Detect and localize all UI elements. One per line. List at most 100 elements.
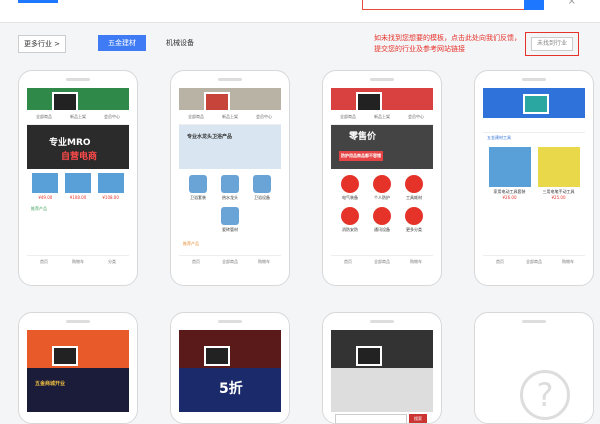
- category-icon: [405, 207, 423, 225]
- nav-item: 新品上架: [222, 114, 238, 119]
- template-card-3[interactable]: 全部商品 新品上架 会员中心 零售价 防护用品商品都不容错 电气装备 个人防护 …: [322, 70, 442, 286]
- home-tab: 首页: [496, 259, 504, 264]
- feature-icon: [221, 207, 239, 225]
- banner-subtitle: 自营电商: [61, 152, 98, 162]
- template-screen: 全部商品 新品上架 会员中心 零售价 防护用品商品都不容错 电气装备 个人防护 …: [331, 88, 433, 268]
- template-card-4[interactable]: 五金建材工具 家用电动工具套装 ¥26.00 三用电笔手动工具 ¥25.00 首页 …: [474, 70, 594, 286]
- tab-machinery[interactable]: 机械设备: [166, 35, 194, 51]
- top-bar: ×: [0, 0, 600, 23]
- template-card-8[interactable]: ?: [474, 312, 594, 424]
- template-card-1[interactable]: 全部商品 新品上架 会员中心 专业MRO 自营电商 ¥49.00 ¥108.00…: [18, 70, 138, 286]
- not-found-industry-button[interactable]: 未找到行业: [531, 37, 573, 51]
- phone-notch: [218, 320, 242, 323]
- all-products-tab: 全部商品: [374, 259, 390, 264]
- product-image: [97, 173, 124, 193]
- template-screen: 五金建材工具 家用电动工具套装 ¥26.00 三用电笔手动工具 ¥25.00 首页 …: [483, 88, 585, 268]
- category-item: 消防安防: [335, 207, 365, 233]
- nav-item: 新品上架: [374, 114, 390, 119]
- phone-notch: [370, 78, 394, 81]
- search-button[interactable]: [524, 0, 544, 10]
- banner-title: 五金商城开业: [35, 381, 66, 387]
- store-nav: 全部商品 新品上架 会员中心: [179, 110, 281, 125]
- phone-notch: [66, 78, 90, 81]
- category-grid: 电气装备 个人防护 工具耗材 消防安防 通讯设备 更多分类: [331, 169, 433, 239]
- nav-item: 会员中心: [408, 114, 424, 119]
- store-header: [331, 330, 433, 368]
- product-image: [32, 173, 59, 193]
- template-screen: 搜索: [331, 330, 433, 423]
- search-box[interactable]: [362, 0, 544, 10]
- banner-title: 专业MRO: [49, 138, 91, 148]
- home-tab: 首页: [40, 259, 48, 264]
- feature-item: 卫浴设备: [247, 175, 277, 201]
- product-item: ¥49.00: [31, 173, 59, 200]
- bottom-nav: 首页 全部商品 购物车: [483, 255, 585, 268]
- nav-item: 全部商品: [188, 114, 204, 119]
- store-logo: [356, 346, 382, 366]
- nav-item: 新品上架: [70, 114, 86, 119]
- template-screen: 五金商城开业: [27, 330, 129, 423]
- cart-tab: 购物车: [410, 259, 422, 264]
- promo-banner: 专业MRO 自营电商: [27, 125, 129, 169]
- template-card-5[interactable]: 五金商城开业: [18, 312, 138, 424]
- bottom-nav: 首页 全部商品 购物车: [331, 255, 433, 268]
- store-nav: 全部商品 新品上架 会员中心: [331, 110, 433, 125]
- mini-search-button[interactable]: 搜索: [409, 414, 427, 423]
- feature-icon: [189, 175, 207, 193]
- feature-item: 瓷砖管材: [215, 207, 245, 233]
- phone-notch: [66, 320, 90, 323]
- banner-title: 5折: [219, 381, 243, 397]
- category-item: 更多分类: [399, 207, 429, 233]
- store-header: [483, 88, 585, 118]
- store-header: [331, 88, 433, 112]
- phone-notch: [218, 78, 242, 81]
- phone-notch: [522, 320, 546, 323]
- banner-title: 零售价: [349, 132, 377, 142]
- template-card-2[interactable]: 全部商品 新品上架 会员中心 专业水龙头卫浴产品 卫浴套装 热水龙头 卫浴设备 …: [170, 70, 290, 286]
- more-industries-button[interactable]: 更多行业 >: [18, 35, 66, 53]
- bottom-nav: 首页 购物车 分类: [27, 255, 129, 268]
- product-image: [64, 173, 91, 193]
- active-tab-indicator: [18, 0, 58, 3]
- section-title: 推荐产品: [31, 206, 47, 211]
- home-tab: 首页: [192, 259, 200, 264]
- nav-item: 会员中心: [256, 114, 272, 119]
- store-header: [27, 88, 129, 112]
- home-tab: 首页: [344, 259, 352, 264]
- category-item: 工具耗材: [399, 175, 429, 201]
- template-screen: ?: [483, 330, 585, 423]
- feedback-box: 未找到行业: [525, 32, 579, 56]
- feature-icon: [253, 175, 271, 193]
- template-card-7[interactable]: 搜索: [322, 312, 442, 424]
- category-icon: [373, 175, 391, 193]
- category-icon: [341, 175, 359, 193]
- feature-row: 卫浴套装 热水龙头 卫浴设备 瓷砖管材: [179, 169, 281, 239]
- feature-icon: [221, 175, 239, 193]
- store-header: [179, 88, 281, 112]
- product-item: ¥108.00: [97, 173, 125, 200]
- template-screen: 全部商品 新品上架 会员中心 专业水龙头卫浴产品 卫浴套装 热水龙头 卫浴设备 …: [179, 88, 281, 268]
- store-logo: [523, 94, 549, 114]
- mini-search-input[interactable]: [335, 414, 407, 423]
- feedback-hint[interactable]: 如未找到您想要的模板，点击此处向我们反馈，提交您的行业及参考网站链接: [374, 33, 524, 55]
- store-nav: 全部商品 新品上架 会员中心: [27, 110, 129, 125]
- category-item: 个人防护: [367, 175, 397, 201]
- template-card-6[interactable]: 5折: [170, 312, 290, 424]
- promo-banner: 零售价 防护用品商品都不容错: [331, 125, 433, 169]
- product-row: 家用电动工具套装 ¥26.00 三用电笔手动工具 ¥25.00: [483, 143, 585, 204]
- phone-notch: [370, 320, 394, 323]
- feature-item: 热水龙头: [215, 175, 245, 201]
- category-icon: [341, 207, 359, 225]
- tab-hardware[interactable]: 五金建材: [98, 35, 146, 51]
- promo-banner: 5折: [179, 368, 281, 412]
- feature-item: 卫浴套装: [183, 175, 213, 201]
- category-icon: [405, 175, 423, 193]
- template-screen: 5折: [179, 330, 281, 423]
- store-logo: [356, 92, 382, 112]
- category-item: 通讯设备: [367, 207, 397, 233]
- bottom-nav: 首页 全部商品 购物车: [179, 255, 281, 268]
- product-item: ¥108.00: [64, 173, 92, 200]
- close-icon[interactable]: ×: [568, 0, 576, 7]
- banner-title: 专业水龙头卫浴产品: [187, 134, 233, 140]
- all-products-tab: 全部商品: [526, 259, 542, 264]
